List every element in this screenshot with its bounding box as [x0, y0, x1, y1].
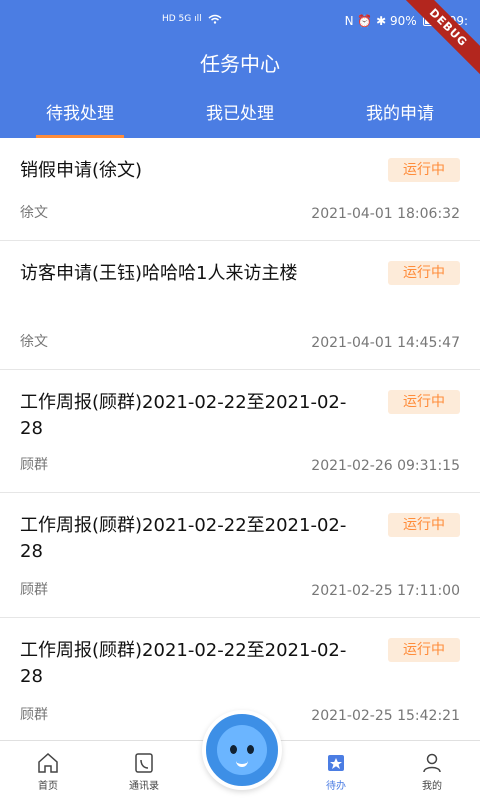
mascot-right-eye [247, 745, 254, 754]
applicant-name: 顾群 [20, 457, 48, 473]
signal-text: HD 5G ıll [162, 14, 202, 24]
list-item[interactable]: 工作周报(顾群)2021-02-22至2021-02-28 运行中 顾群 202… [0, 370, 480, 493]
todo-icon [328, 755, 344, 771]
status-badge: 运行中 [388, 158, 460, 182]
applicant-name: 徐文 [20, 205, 48, 221]
mascot-icon [217, 725, 267, 775]
nav-home[interactable]: 首页 [0, 741, 96, 801]
task-time: 2021-04-01 14:45:47 [311, 335, 460, 351]
user-icon [423, 753, 441, 773]
page-title: 任务中心 [200, 52, 280, 76]
status-badge: 运行中 [388, 390, 460, 414]
status-bar: HD 5G ıll N ⏰ ✱ 90% 09: DEBUG [0, 0, 480, 78]
signal-indicators: HD 5G ıll [162, 14, 222, 24]
task-list: 销假申请(徐文) 运行中 徐文 2021-04-01 18:06:32 访客申请… [0, 138, 480, 740]
nav-contacts[interactable]: 通讯录 [96, 741, 192, 801]
list-item[interactable]: 访客申请(王钰)哈哈哈1人来访主楼 运行中 徐文 2021-04-01 14:4… [0, 241, 480, 370]
mascot-mouth [236, 758, 248, 767]
applicant-name: 徐文 [20, 334, 48, 350]
contacts-icon [135, 753, 153, 773]
task-title: 工作周报(顾群)2021-02-22至2021-02-28 [20, 515, 347, 562]
app-header: HD 5G ıll N ⏰ ✱ 90% 09: DEBUG 任务中心 待我处理 … [0, 0, 480, 138]
home-icon [38, 752, 58, 773]
task-title: 工作周报(顾群)2021-02-22至2021-02-28 [20, 392, 347, 439]
nav-profile[interactable]: 我的 [384, 741, 480, 801]
task-time: 2021-04-01 18:06:32 [311, 206, 460, 222]
mascot-button[interactable] [202, 710, 282, 790]
tab-processed[interactable]: 我已处理 [160, 98, 320, 138]
list-item[interactable]: 工作周报(顾群)2021-02-22至2021-02-28 运行中 顾群 202… [0, 493, 480, 618]
status-badge: 运行中 [388, 638, 460, 662]
task-time: 2021-02-25 17:11:00 [311, 583, 460, 599]
task-title: 销假申请(徐文) [20, 160, 143, 181]
mascot-left-eye [230, 745, 237, 754]
tab-pending[interactable]: 待我处理 [0, 98, 160, 138]
task-time: 2021-02-26 09:31:15 [311, 458, 460, 474]
tab-bar: 待我处理 我已处理 我的申请 [0, 98, 480, 138]
task-title: 访客申请(王钰)哈哈哈1人来访主楼 [20, 263, 298, 284]
status-badge: 运行中 [388, 513, 460, 537]
nav-todo[interactable]: 待办 [288, 741, 384, 801]
task-time: 2021-02-25 15:42:21 [311, 708, 460, 724]
applicant-name: 顾群 [20, 707, 48, 723]
list-item[interactable]: 销假申请(徐文) 运行中 徐文 2021-04-01 18:06:32 [0, 138, 480, 241]
status-badge: 运行中 [388, 261, 460, 285]
nav-home-label: 首页 [38, 781, 58, 792]
nav-todo-label: 待办 [326, 781, 346, 792]
task-title: 工作周报(顾群)2021-02-22至2021-02-28 [20, 640, 347, 687]
nav-profile-label: 我的 [422, 781, 442, 792]
applicant-name: 顾群 [20, 582, 48, 598]
nav-contacts-label: 通讯录 [129, 781, 159, 792]
tab-my-applications[interactable]: 我的申请 [320, 98, 480, 138]
wifi-icon [208, 14, 222, 24]
system-status-text: N ⏰ ✱ 90% [344, 14, 417, 28]
